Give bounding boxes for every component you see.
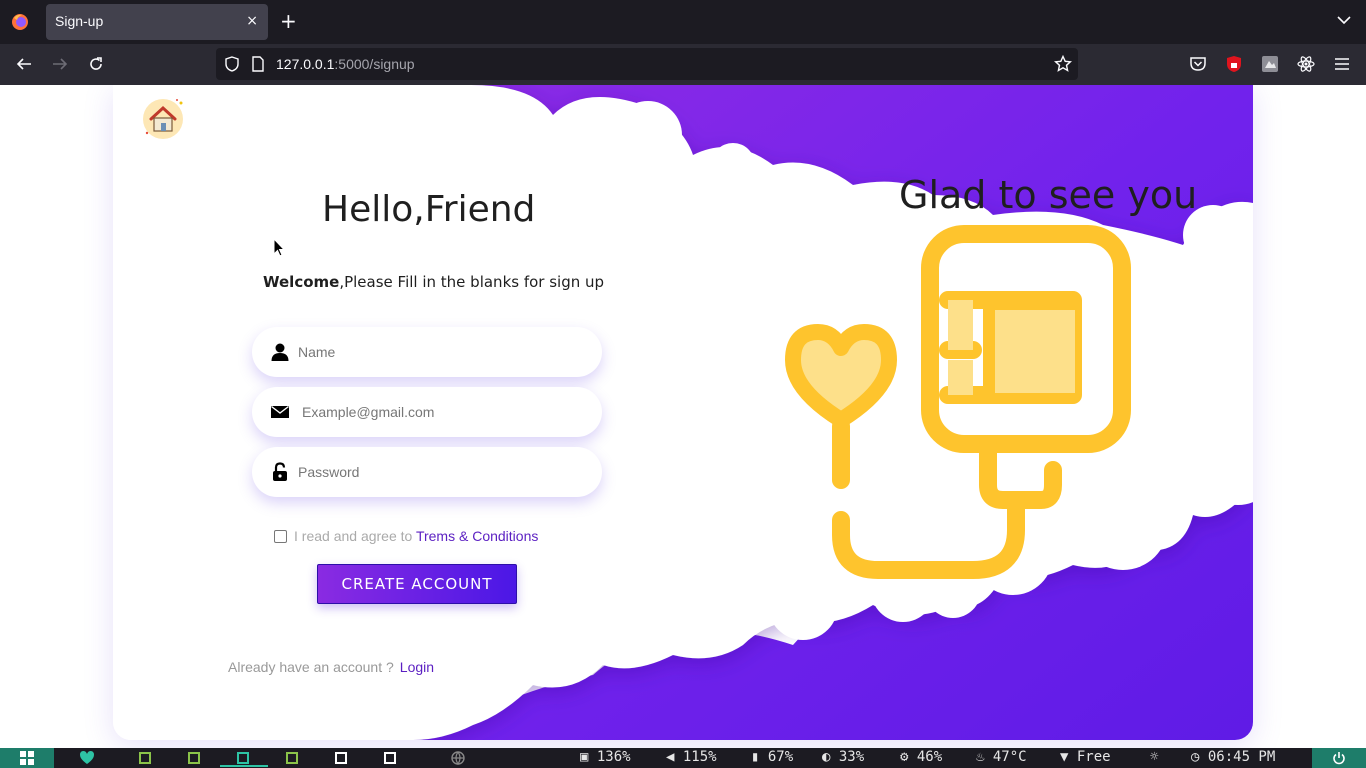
forward-arrow-icon[interactable] xyxy=(51,55,69,73)
email-field[interactable] xyxy=(252,387,602,437)
create-account-button[interactable]: CREATE ACCOUNT xyxy=(317,564,517,604)
name-input[interactable] xyxy=(298,341,578,363)
page-heading: Hello,Friend xyxy=(322,189,536,230)
active-workspace-indicator xyxy=(220,765,268,767)
workspace-1[interactable] xyxy=(139,752,151,764)
cpu-indicator: ⚙ 46% xyxy=(900,749,942,765)
battery-value: 67% xyxy=(767,749,794,765)
house-logo-icon xyxy=(143,99,183,139)
workspace-3[interactable] xyxy=(237,752,249,764)
wifi-icon: ▼ xyxy=(1060,749,1077,765)
password-input[interactable] xyxy=(298,461,578,483)
terms-text: I read and agree to Trems & Conditions xyxy=(294,528,538,544)
battery-indicator: ▮ 67% xyxy=(751,749,793,765)
email-input[interactable] xyxy=(302,401,582,423)
ublock-extension-icon[interactable] xyxy=(1225,55,1243,73)
reload-icon[interactable] xyxy=(87,55,105,73)
url-host: 127.0.0.1 xyxy=(276,56,335,72)
heart-icon[interactable] xyxy=(80,751,94,765)
wifi-indicator[interactable]: ▼ Free xyxy=(1060,749,1111,765)
grid-apps-icon xyxy=(20,751,34,765)
shield-icon[interactable] xyxy=(224,56,240,72)
flame-icon: ♨ xyxy=(976,749,993,765)
power-button[interactable] xyxy=(1312,748,1366,768)
brightness-indicator[interactable]: ◐ 33% xyxy=(822,749,864,765)
page-icon[interactable] xyxy=(251,56,265,72)
wifi-value: Free xyxy=(1076,749,1111,765)
terms-link[interactable]: Trems & Conditions xyxy=(416,528,538,544)
already-text: Already have an account ? xyxy=(228,659,394,675)
volume-indicator[interactable]: ◀ 115% xyxy=(666,749,717,765)
page-viewport: Hello,Friend Welcome,Please Fill in the … xyxy=(0,85,1366,748)
workspace-4[interactable] xyxy=(286,752,298,764)
url-path: :5000/signup xyxy=(334,56,415,72)
workspace-6[interactable] xyxy=(384,752,396,764)
bookmark-star-icon[interactable] xyxy=(1054,55,1072,73)
cpu-value: 46% xyxy=(916,749,943,765)
tab-title: Sign-up xyxy=(55,13,104,29)
tab-list-chevron-icon[interactable] xyxy=(1336,12,1352,28)
envelope-icon xyxy=(271,405,289,418)
glad-heading: Glad to see you xyxy=(899,173,1198,217)
new-tab-button[interactable]: + xyxy=(280,10,297,32)
url-text[interactable]: 127.0.0.1:5000/signup xyxy=(276,56,415,72)
tab-signup[interactable]: Sign-up × xyxy=(46,4,268,40)
brightness-icon: ◐ xyxy=(822,749,839,765)
back-arrow-icon[interactable] xyxy=(15,55,33,73)
welcome-text: Welcome,Please Fill in the blanks for si… xyxy=(263,273,604,291)
disk-icon: ▣ xyxy=(580,749,597,765)
welcome-rest: ,Please Fill in the blanks for sign up xyxy=(339,273,605,291)
unlocked-padlock-icon xyxy=(273,462,287,481)
workspace-5[interactable] xyxy=(335,752,347,764)
battery-icon: ▮ xyxy=(751,749,768,765)
clock-indicator: ◷ 06:45 PM xyxy=(1191,749,1275,765)
system-taskbar: ▣ 136% ◀ 115% ▮ 67% ◐ 33% ⚙ 46% ♨ 47°C ▼… xyxy=(0,748,1366,768)
login-prompt: Already have an account ? Login xyxy=(228,659,434,675)
globe-icon[interactable] xyxy=(451,751,465,765)
extension-icon[interactable] xyxy=(1261,55,1279,73)
disk-indicator: ▣ 136% xyxy=(580,749,631,765)
react-devtools-icon[interactable] xyxy=(1297,55,1315,73)
temperature-indicator: ♨ 47°C xyxy=(976,749,1027,765)
url-bar[interactable]: 127.0.0.1:5000/signup xyxy=(216,48,1078,80)
signup-card: Hello,Friend Welcome,Please Fill in the … xyxy=(113,85,1253,740)
power-icon xyxy=(1333,752,1345,765)
tab-close-icon[interactable]: × xyxy=(246,13,258,29)
speaker-icon: ◀ xyxy=(666,749,683,765)
clock-value: 06:45 PM xyxy=(1207,749,1276,765)
name-field[interactable] xyxy=(252,327,602,377)
browser-nav-bar: 127.0.0.1:5000/signup xyxy=(0,44,1366,85)
menu-hamburger-icon[interactable] xyxy=(1333,55,1351,73)
pocket-icon[interactable] xyxy=(1189,55,1207,73)
browser-tab-bar: Sign-up × + xyxy=(0,0,1366,44)
mouse-cursor-icon xyxy=(273,238,285,257)
iv-bag-heart-illustration xyxy=(785,225,1131,579)
clock-icon: ◷ xyxy=(1191,749,1208,765)
welcome-bold: Welcome xyxy=(263,273,340,291)
workspace-2[interactable] xyxy=(188,752,200,764)
temp-value: 47°C xyxy=(992,749,1027,765)
firefox-icon xyxy=(12,14,28,30)
password-field[interactable] xyxy=(252,447,602,497)
terms-checkbox[interactable] xyxy=(274,530,287,543)
disk-value: 136% xyxy=(596,749,631,765)
user-icon xyxy=(271,343,289,361)
volume-value: 115% xyxy=(682,749,717,765)
settings-gear-icon[interactable]: ☼ xyxy=(1150,749,1158,765)
brightness-value: 33% xyxy=(838,749,865,765)
cpu-icon: ⚙ xyxy=(900,749,917,765)
agree-label: I read and agree to xyxy=(294,528,413,544)
start-menu-button[interactable] xyxy=(0,748,54,768)
login-link[interactable]: Login xyxy=(400,659,434,675)
